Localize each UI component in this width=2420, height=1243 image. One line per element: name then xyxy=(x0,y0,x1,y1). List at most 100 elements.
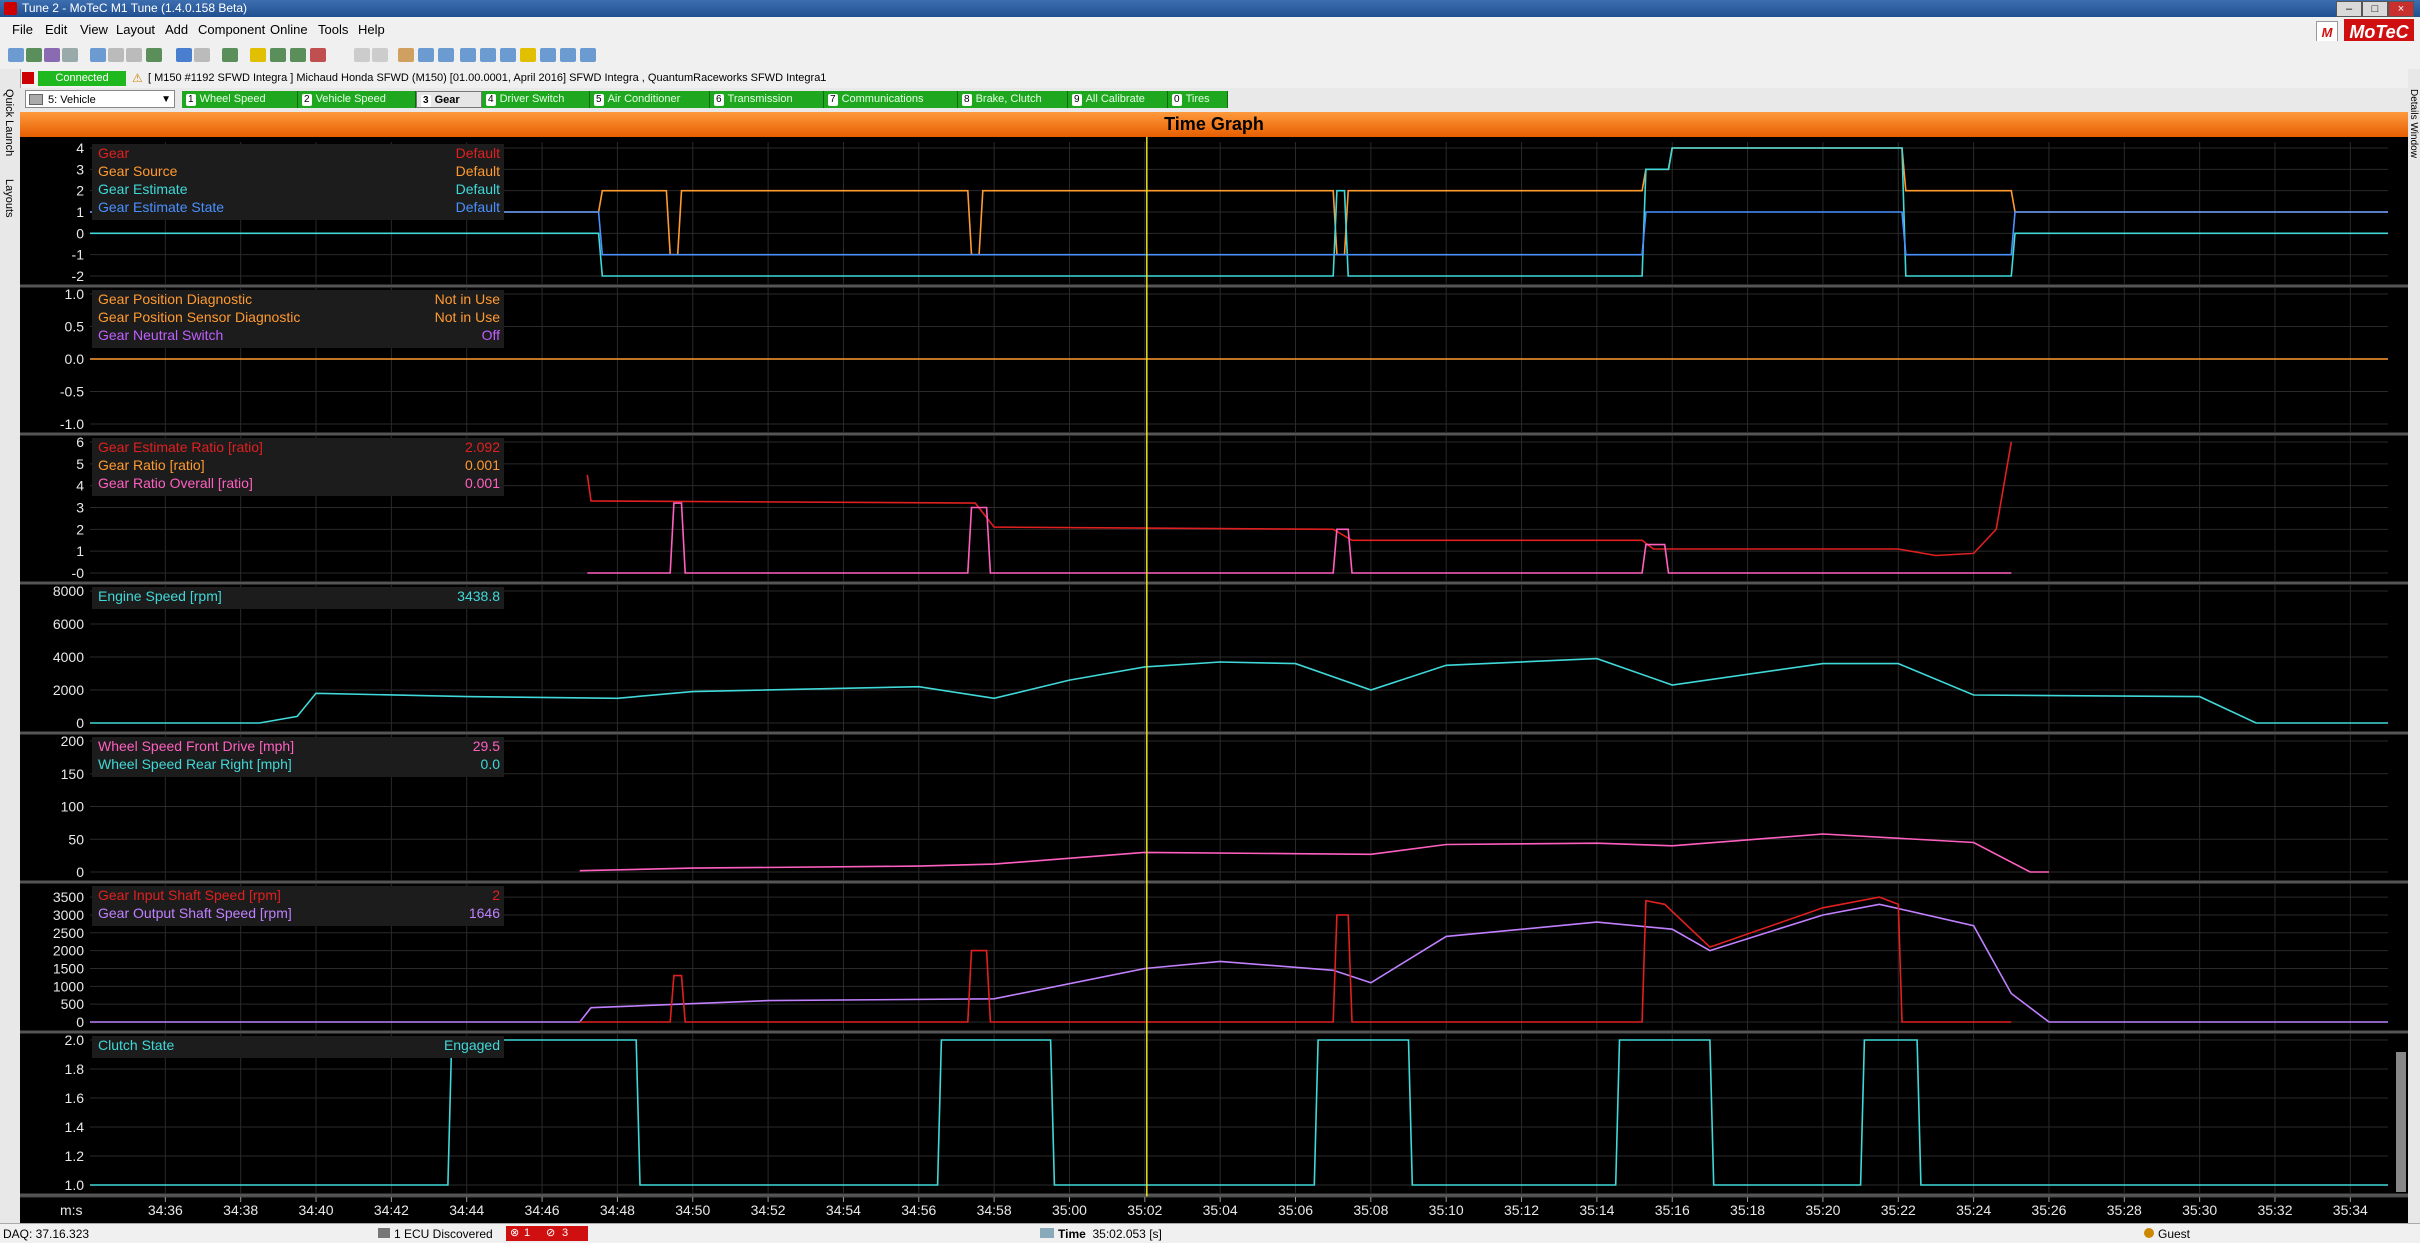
x-tick-label: 35:22 xyxy=(1881,1202,1916,1218)
refresh-icon[interactable] xyxy=(90,48,106,62)
app-icon xyxy=(4,2,17,15)
pan-right-icon[interactable] xyxy=(560,48,576,62)
legend-channel-value: 29.5 xyxy=(473,738,500,754)
step-icon[interactable] xyxy=(372,48,388,62)
y-tick-label: 0 xyxy=(76,1014,84,1030)
details-window-tab[interactable]: Details Window xyxy=(2408,89,2419,158)
y-tick-label: 1.2 xyxy=(65,1148,85,1164)
menu-view[interactable]: View xyxy=(80,22,108,37)
y-tick-label: 4 xyxy=(76,478,84,494)
time-graph[interactable]: 4 3 2 1 0 -1 -2 Gear Default Gear Source Default Ge… xyxy=(20,137,2408,1223)
legend-channel-value: 0.001 xyxy=(465,475,500,491)
ecu-discovered-label: 1 ECU Discovered xyxy=(394,1227,493,1241)
graph-icon[interactable] xyxy=(418,48,434,62)
menu-edit[interactable]: Edit xyxy=(45,22,67,37)
tab-number: 5 xyxy=(594,94,604,106)
menu-file[interactable]: File xyxy=(12,22,33,37)
pan-left-icon[interactable] xyxy=(540,48,556,62)
tab-number: 8 xyxy=(962,94,972,106)
legend-channel-name: Gear Ratio Overall [ratio] xyxy=(98,475,253,491)
x-tick-label: 34:58 xyxy=(977,1202,1012,1218)
center-icon[interactable] xyxy=(580,48,596,62)
y-tick-label: 1500 xyxy=(53,960,84,976)
stop-icon[interactable] xyxy=(22,72,34,84)
y-tick-label: 500 xyxy=(61,996,85,1012)
y-tick-label: 0.5 xyxy=(65,319,85,335)
tab-number: 2 xyxy=(302,94,312,106)
legend-channel-name: Gear Estimate Ratio [ratio] xyxy=(98,439,263,455)
redo-icon[interactable] xyxy=(194,48,210,62)
menu-add[interactable]: Add xyxy=(165,22,188,37)
x-axis-unit-label: m:s xyxy=(60,1202,83,1218)
legend-channel-value: Not in Use xyxy=(435,309,501,325)
play-icon[interactable] xyxy=(354,48,370,62)
legend-channel-value: Default xyxy=(456,145,500,161)
grid-icon[interactable] xyxy=(270,48,286,62)
compare-icon[interactable] xyxy=(146,48,162,62)
tab-gear[interactable]: 3 Gear xyxy=(416,91,482,108)
pause-icon[interactable] xyxy=(250,48,266,62)
menu-component[interactable]: Component xyxy=(198,22,265,37)
open-icon[interactable] xyxy=(26,48,42,62)
x-tick-label: 35:04 xyxy=(1203,1202,1238,1218)
x-tick-label: 34:50 xyxy=(675,1202,710,1218)
tab-air-conditioner[interactable]: 5 Air Conditioner xyxy=(590,91,710,108)
tab-all-calibrate[interactable]: 9 All Calibrate xyxy=(1068,91,1168,108)
y-tick-label: 6 xyxy=(76,434,84,450)
layout-icon[interactable] xyxy=(290,48,306,62)
x-tick-label: 35:00 xyxy=(1052,1202,1087,1218)
tab-transmission[interactable]: 6 Transmission xyxy=(710,91,824,108)
zoom-in-icon[interactable] xyxy=(480,48,496,62)
fault-counter[interactable]: ⊗ 1 ⊘ 3 xyxy=(506,1226,588,1241)
graph-scrollbar[interactable] xyxy=(2396,1052,2406,1192)
user-indicator[interactable]: Guest xyxy=(2144,1227,2190,1241)
cursor-icon[interactable] xyxy=(438,48,454,62)
layouts-tab[interactable]: Layouts xyxy=(3,179,15,218)
tab-driver-switch[interactable]: 4 Driver Switch xyxy=(482,91,590,108)
tab-label: Gear xyxy=(434,94,460,106)
copy-icon[interactable] xyxy=(108,48,124,62)
tab-number: 4 xyxy=(486,94,496,106)
legend-channel-value: 0.001 xyxy=(465,457,500,473)
tab-number: 0 xyxy=(1172,94,1182,106)
legend-channel-value: Default xyxy=(456,163,500,179)
y-tick-label: 1 xyxy=(76,543,84,559)
ecu-discovered[interactable]: 1 ECU Discovered xyxy=(378,1227,493,1241)
maximize-button[interactable]: □ xyxy=(2362,1,2388,17)
tab-wheel-speed[interactable]: 1 Wheel Speed xyxy=(182,91,298,108)
zoom-icon[interactable] xyxy=(460,48,476,62)
zoom-fit-icon[interactable] xyxy=(520,48,536,62)
legend-channel-value: Off xyxy=(482,327,501,343)
menu-help[interactable]: Help xyxy=(358,22,385,37)
x-tick-label: 34:46 xyxy=(525,1202,560,1218)
y-tick-label: 0 xyxy=(76,715,84,731)
marker-icon[interactable] xyxy=(310,48,326,62)
workbook-select[interactable]: 5: Vehicle ▼ xyxy=(25,90,175,108)
legend-channel-name: Gear Position Diagnostic xyxy=(98,291,252,307)
folder-icon[interactable] xyxy=(398,48,414,62)
tab-communications[interactable]: 7 Communications xyxy=(824,91,958,108)
quick-launch-tab[interactable]: Quick Launch xyxy=(3,89,15,156)
close-button[interactable]: × xyxy=(2388,1,2414,17)
y-tick-label: 1.6 xyxy=(65,1090,85,1106)
paste-icon[interactable] xyxy=(126,48,142,62)
time-graph-svg[interactable]: 4 3 2 1 0 -1 -2 Gear Default Gear Source Default Ge… xyxy=(20,137,2408,1223)
legend-channel-value: 3438.8 xyxy=(457,588,500,604)
tab-vehicle-speed[interactable]: 2 Vehicle Speed xyxy=(298,91,416,108)
minimize-button[interactable]: – xyxy=(2336,1,2362,17)
menu-tools[interactable]: Tools xyxy=(318,22,348,37)
new-icon[interactable] xyxy=(8,48,24,62)
table-icon[interactable] xyxy=(222,48,238,62)
tab-brake-clutch[interactable]: 8 Brake, Clutch xyxy=(958,91,1068,108)
save-as-icon[interactable] xyxy=(62,48,78,62)
left-sidebar: Quick Launch Layouts xyxy=(0,69,21,1223)
y-tick-label: 2000 xyxy=(53,943,84,959)
zoom-out-icon[interactable] xyxy=(500,48,516,62)
menu-online[interactable]: Online xyxy=(270,22,308,37)
legend-channel-value: Not in Use xyxy=(435,291,501,307)
undo-icon[interactable] xyxy=(176,48,192,62)
x-tick-label: 35:10 xyxy=(1429,1202,1464,1218)
tab-tires[interactable]: 0 Tires xyxy=(1168,91,1228,108)
menu-layout[interactable]: Layout xyxy=(116,22,155,37)
save-icon[interactable] xyxy=(44,48,60,62)
